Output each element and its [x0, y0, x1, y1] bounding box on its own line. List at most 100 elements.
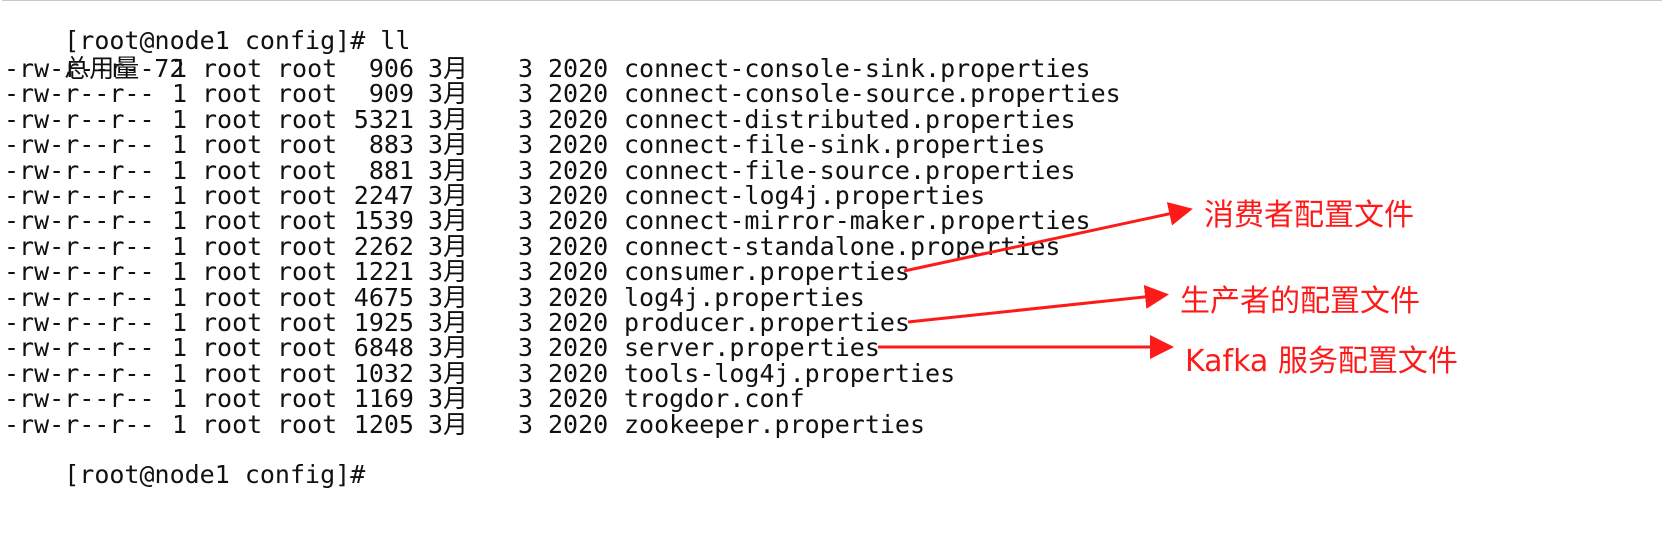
file-owner: root [202, 155, 263, 185]
file-day: 3 [518, 104, 534, 134]
file-size: 2262 [353, 231, 414, 261]
file-link-count: 1 [172, 409, 188, 439]
file-row-columns: -rw-r--r-- 1 root root 909 3月 3 2020 connect-con… [4, 79, 1121, 109]
file-permissions: -rw-r--r-- [4, 308, 155, 337]
file-group: root [277, 54, 338, 83]
file-row-columns: -rw-r--r-- 1 root root 2262 3月 3 2020 connect-st… [4, 231, 1061, 261]
file-permissions: -rw-r--r-- [4, 358, 155, 388]
file-name: producer.properties [624, 308, 910, 337]
file-permissions: -rw-r--r-- [4, 155, 155, 185]
file-size: 1925 [353, 308, 414, 337]
file-owner: root [202, 257, 263, 287]
file-permissions: -rw-r--r-- [4, 130, 155, 160]
file-name: connect-standalone.properties [624, 231, 1061, 261]
file-size: 906 [368, 54, 414, 83]
file-row-columns: -rw-r--r-- 1 root root 2247 3月 3 2020 connect-lo… [4, 183, 1004, 208]
file-group: root [277, 155, 338, 185]
file-day: 3 [518, 409, 534, 439]
file-permissions: -rw-r--r-- [4, 181, 155, 210]
file-group: root [277, 181, 338, 210]
file-name: tools-log4j.properties [624, 358, 956, 388]
file-permissions: -rw-r--r-- [4, 282, 155, 312]
file-link-count: 1 [172, 257, 188, 287]
file-owner: root [202, 333, 263, 363]
total-size-line: 总用量 72 [4, 31, 184, 81]
file-name: connect-log4j.properties [624, 181, 986, 210]
file-link-count: 1 [172, 155, 188, 185]
file-day: 3 [518, 282, 534, 312]
file-owner: root [202, 282, 263, 312]
file-size: 1221 [353, 257, 414, 287]
file-group: root [277, 206, 338, 236]
file-size: 1205 [353, 409, 414, 439]
file-row-columns: -rw-r--r-- 1 root root 1221 3月 3 2020 consumer.p… [4, 259, 1004, 284]
file-owner: root [202, 181, 263, 210]
file-day: 3 [518, 384, 534, 414]
file-month: 3月 [428, 79, 469, 109]
file-day: 3 [518, 79, 534, 109]
file-month: 3月 [428, 231, 469, 261]
file-owner: root [202, 54, 263, 83]
file-year: 2020 [548, 333, 609, 363]
prompt-end: [root@node1 config]# [64, 460, 366, 489]
file-size: 1539 [353, 206, 414, 236]
file-day: 3 [518, 333, 534, 363]
file-link-count: 1 [172, 358, 188, 388]
file-year: 2020 [548, 384, 609, 414]
file-day: 3 [518, 257, 534, 287]
file-permissions: -rw-r--r-- [4, 54, 155, 83]
file-day: 3 [518, 231, 534, 261]
file-month: 3月 [428, 155, 469, 185]
file-size: 1169 [353, 384, 414, 414]
file-year: 2020 [548, 155, 609, 185]
file-day: 3 [518, 155, 534, 185]
command-prompt-line-end[interactable]: [root@node1 config]# [4, 437, 367, 487]
file-permissions: -rw-r--r-- [4, 384, 155, 414]
file-owner: root [202, 358, 263, 388]
file-link-count: 1 [172, 130, 188, 160]
file-row-columns: -rw-r--r-- 1 root root 1539 3月 3 2020 connect-mi… [4, 206, 1091, 236]
file-year: 2020 [548, 231, 609, 261]
file-permissions: -rw-r--r-- [4, 206, 155, 236]
file-name: connect-mirror-maker.properties [624, 206, 1091, 236]
file-row-columns: -rw-r--r-- 1 root root 4675 3月 3 2020 log4j.prop… [4, 285, 1004, 310]
file-day: 3 [518, 181, 534, 210]
file-group: root [277, 79, 338, 109]
file-name: consumer.properties [624, 257, 910, 287]
file-link-count: 1 [172, 104, 188, 134]
file-link-count: 1 [172, 384, 188, 414]
terminal-window[interactable]: [root@node1 config]# ll 总用量 72 -rw-r--r-… [2, 0, 1662, 533]
file-group: root [277, 308, 338, 337]
file-owner: root [202, 384, 263, 414]
file-owner: root [202, 206, 263, 236]
file-row-columns: -rw-r--r-- 1 root root 906 3月 3 2020 connect-con… [4, 54, 1091, 83]
file-year: 2020 [548, 181, 609, 210]
file-year: 2020 [548, 130, 609, 160]
file-row-columns: -rw-r--r-- 1 root root 883 3月 3 2020 connect-fil… [4, 130, 1045, 160]
file-name: zookeeper.properties [624, 409, 926, 439]
file-year: 2020 [548, 409, 609, 439]
file-size: 4675 [353, 282, 414, 312]
file-permissions: -rw-r--r-- [4, 333, 155, 363]
file-month: 3月 [428, 333, 469, 363]
file-row-columns: -rw-r--r-- 1 root root 1925 3月 3 2020 producer.p… [4, 310, 1004, 335]
file-month: 3月 [428, 206, 469, 236]
file-row-columns: -rw-r--r-- 1 root root 6848 3月 3 2020 server.pro… [4, 335, 1004, 360]
file-month: 3月 [428, 308, 469, 337]
file-row-columns: -rw-r--r-- 1 root root 1205 3月 3 2020 zookeeper.… [4, 412, 1004, 437]
file-year: 2020 [548, 206, 609, 236]
command-prompt-line: [root@node1 config]# ll [4, 3, 410, 53]
file-group: root [277, 333, 338, 363]
file-row-columns: -rw-r--r-- 1 root root 1169 3月 3 2020 trogdor.co… [4, 386, 1004, 411]
file-month: 3月 [428, 384, 469, 414]
file-size: 881 [368, 155, 414, 185]
file-group: root [277, 358, 338, 388]
file-name: connect-console-source.properties [624, 79, 1121, 109]
file-link-count: 1 [172, 333, 188, 363]
file-day: 3 [518, 206, 534, 236]
file-month: 3月 [428, 130, 469, 160]
file-row-columns: -rw-r--r-- 1 root root 5321 3月 3 2020 connect-di… [4, 104, 1076, 134]
file-row-columns: -rw-r--r-- 1 root root 1032 3月 3 2020 tools-log4… [4, 361, 1004, 386]
file-link-count: 1 [172, 282, 188, 312]
file-group: root [277, 130, 338, 160]
